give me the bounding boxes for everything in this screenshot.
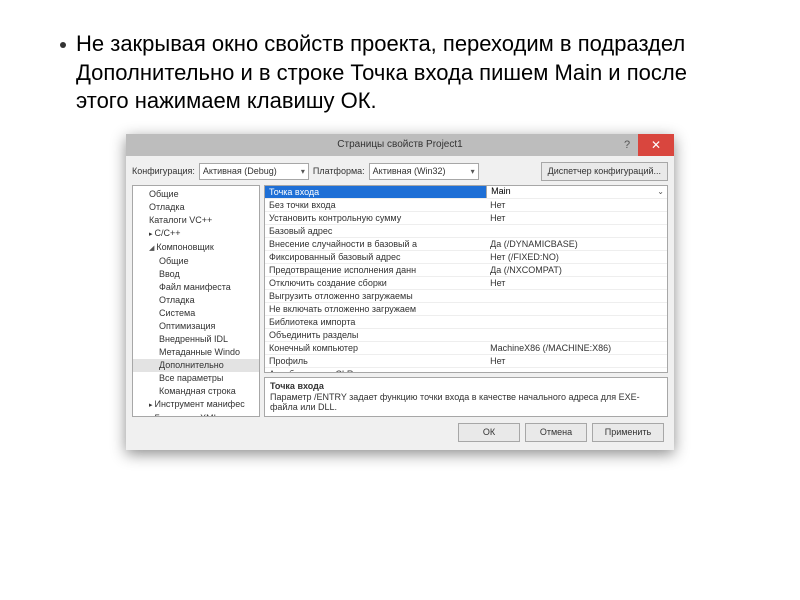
property-name: Отключить создание сборки [265, 277, 486, 289]
tree-item[interactable]: Общие [133, 255, 259, 268]
description-text: Параметр /ENTRY задает функцию точки вхо… [270, 392, 662, 412]
property-value[interactable] [486, 303, 667, 315]
config-manager-button[interactable]: Диспетчер конфигураций... [541, 162, 668, 181]
tree-item[interactable]: Командная строка [133, 385, 259, 398]
tree-item[interactable]: Ввод [133, 268, 259, 281]
property-row[interactable]: Предотвращение исполнения даннДа (/NXCOM… [265, 264, 667, 277]
tree-item[interactable]: Файл манифеста [133, 281, 259, 294]
property-value[interactable] [486, 290, 667, 302]
tree-item[interactable]: Генератор XML-докум [133, 412, 259, 417]
tree-item[interactable]: Отладка [133, 201, 259, 214]
bullet-icon [60, 42, 66, 48]
category-tree[interactable]: ОбщиеОтладкаКаталоги VC++C/C++Компоновщи… [132, 185, 260, 417]
tree-item[interactable]: Метаданные Windo [133, 346, 259, 359]
property-name: Атрибут потока CLR [265, 368, 486, 373]
property-value[interactable]: Main⌄ [486, 186, 667, 198]
description-title: Точка входа [270, 381, 662, 391]
tree-item[interactable]: Компоновщик [133, 241, 259, 255]
platform-combo[interactable]: Активная (Win32) [369, 163, 479, 180]
tree-item[interactable]: C/C++ [133, 227, 259, 241]
property-row[interactable]: Установить контрольную суммуНет [265, 212, 667, 225]
property-name: Без точки входа [265, 199, 486, 211]
cancel-button[interactable]: Отмена [525, 423, 587, 442]
property-name: Внесение случайности в базовый а [265, 238, 486, 250]
description-panel: Точка входа Параметр /ENTRY задает функц… [264, 377, 668, 417]
tree-item[interactable]: Система [133, 307, 259, 320]
property-value[interactable]: Нет [486, 212, 667, 224]
property-name: Не включать отложенно загружаем [265, 303, 486, 315]
property-row[interactable]: Отключить создание сборкиНет [265, 277, 667, 290]
dialog-titlebar: Страницы свойств Project1 ? ✕ [126, 134, 674, 156]
close-icon[interactable]: ✕ [638, 134, 674, 156]
property-value[interactable] [486, 316, 667, 328]
property-row[interactable]: Объединить разделы [265, 329, 667, 342]
ok-button[interactable]: ОК [458, 423, 520, 442]
property-name: Выгрузить отложенно загружаемы [265, 290, 486, 302]
property-name: Профиль [265, 355, 486, 367]
property-name: Фиксированный базовый адрес [265, 251, 486, 263]
tree-item[interactable]: Все параметры [133, 372, 259, 385]
property-row[interactable]: Конечный компьютерMachineX86 (/MACHINE:X… [265, 342, 667, 355]
tree-item[interactable]: Отладка [133, 294, 259, 307]
property-value[interactable]: Да (/DYNAMICBASE) [486, 238, 667, 250]
property-value[interactable]: Нет (/FIXED:NO) [486, 251, 667, 263]
property-value[interactable]: MachineX86 (/MACHINE:X86) [486, 342, 667, 354]
help-icon[interactable]: ? [616, 134, 638, 156]
property-row[interactable]: Библиотека импорта [265, 316, 667, 329]
property-name: Базовый адрес [265, 225, 486, 237]
property-row[interactable]: Выгрузить отложенно загружаемы [265, 290, 667, 303]
tree-item[interactable]: Дополнительно [133, 359, 259, 372]
tree-item[interactable]: Оптимизация [133, 320, 259, 333]
tree-item[interactable]: Инструмент манифес [133, 398, 259, 412]
config-toolbar: Конфигурация: Активная (Debug) Платформа… [132, 162, 668, 181]
tree-item[interactable]: Каталоги VC++ [133, 214, 259, 227]
property-row[interactable]: ПрофильНет [265, 355, 667, 368]
property-value[interactable]: Нет [486, 277, 667, 289]
tree-item[interactable]: Общие [133, 188, 259, 201]
property-row[interactable]: Атрибут потока CLR [265, 368, 667, 373]
property-pages-dialog: Страницы свойств Project1 ? ✕ Конфигурац… [126, 134, 674, 450]
property-value[interactable] [486, 225, 667, 237]
property-grid[interactable]: Точка входаMain⌄Без точки входаНетУстано… [264, 185, 668, 373]
property-name: Точка входа [265, 186, 486, 198]
property-name: Предотвращение исполнения данн [265, 264, 486, 276]
config-label: Конфигурация: [132, 166, 195, 176]
property-value[interactable]: Нет [486, 199, 667, 211]
property-value[interactable] [486, 368, 667, 373]
property-value[interactable] [486, 329, 667, 341]
property-row[interactable]: Не включать отложенно загружаем [265, 303, 667, 316]
property-row[interactable]: Фиксированный базовый адресНет (/FIXED:N… [265, 251, 667, 264]
property-row[interactable]: Внесение случайности в базовый аДа (/DYN… [265, 238, 667, 251]
property-name: Библиотека импорта [265, 316, 486, 328]
property-value[interactable]: Нет [486, 355, 667, 367]
property-name: Установить контрольную сумму [265, 212, 486, 224]
property-row[interactable]: Точка входаMain⌄ [265, 186, 667, 199]
slide-text: Не закрывая окно свойств проекта, перехо… [76, 30, 740, 116]
dialog-title: Страницы свойств Project1 [337, 139, 462, 150]
property-row[interactable]: Без точки входаНет [265, 199, 667, 212]
tree-item[interactable]: Внедренный IDL [133, 333, 259, 346]
platform-label: Платформа: [313, 166, 365, 176]
config-combo[interactable]: Активная (Debug) [199, 163, 309, 180]
property-row[interactable]: Базовый адрес [265, 225, 667, 238]
property-name: Объединить разделы [265, 329, 486, 341]
property-name: Конечный компьютер [265, 342, 486, 354]
property-value[interactable]: Да (/NXCOMPAT) [486, 264, 667, 276]
apply-button[interactable]: Применить [592, 423, 664, 442]
